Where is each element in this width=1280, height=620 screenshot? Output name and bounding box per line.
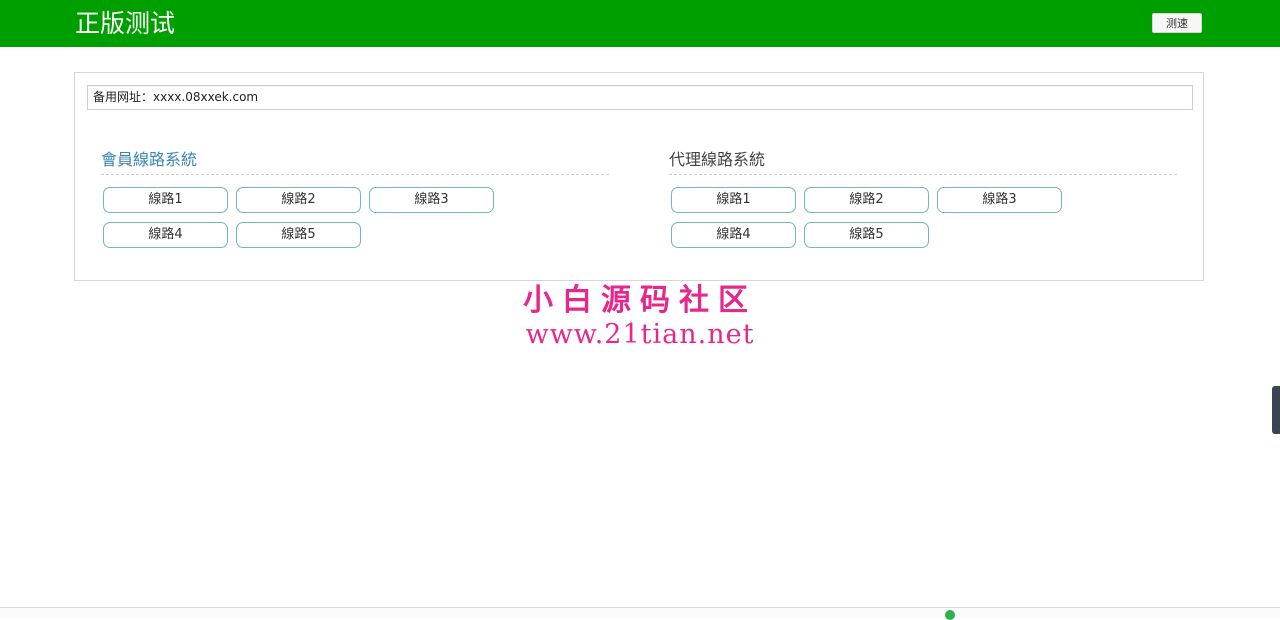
member-line-3-button[interactable]: 線路3 bbox=[369, 187, 494, 213]
member-line-5-button[interactable]: 線路5 bbox=[236, 222, 361, 248]
status-ok-icon bbox=[945, 610, 955, 620]
member-line-2-button[interactable]: 線路2 bbox=[236, 187, 361, 213]
agent-line-5-button[interactable]: 線路5 bbox=[804, 222, 929, 248]
top-header-bar: 正版测试 测速 bbox=[0, 0, 1280, 47]
site-title: 正版测试 bbox=[75, 9, 176, 38]
member-line-section: 會員線路系統 線路1 線路2 線路3 線路4 線路5 bbox=[101, 149, 609, 248]
agent-line-1-button[interactable]: 線路1 bbox=[671, 187, 796, 213]
watermark-url-text: www.21tian.net bbox=[525, 319, 755, 350]
agent-line-3-button[interactable]: 線路3 bbox=[937, 187, 1062, 213]
speed-test-button[interactable]: 测速 bbox=[1152, 13, 1202, 33]
member-line-1-button[interactable]: 線路1 bbox=[103, 187, 228, 213]
agent-line-4-button[interactable]: 線路4 bbox=[671, 222, 796, 248]
member-section-title: 會員線路系統 bbox=[101, 149, 609, 175]
line-selection-panel: 备用网址：xxxx.08xxek.com 會員線路系統 線路1 線路2 線路3 … bbox=[74, 72, 1204, 281]
watermark-chinese-text: 小白源码社区 bbox=[523, 283, 757, 318]
agent-section-title: 代理線路系統 bbox=[669, 149, 1177, 175]
member-line-grid: 線路1 線路2 線路3 線路4 線路5 bbox=[101, 187, 609, 248]
agent-line-section: 代理線路系統 線路1 線路2 線路3 線路4 線路5 bbox=[669, 149, 1177, 248]
backup-url-field[interactable]: 备用网址：xxxx.08xxek.com bbox=[87, 85, 1193, 110]
watermark: 小白源码社区 www.21tian.net bbox=[0, 283, 1280, 351]
side-drawer-handle[interactable] bbox=[1272, 386, 1280, 434]
member-line-4-button[interactable]: 線路4 bbox=[103, 222, 228, 248]
agent-line-2-button[interactable]: 線路2 bbox=[804, 187, 929, 213]
agent-line-grid: 線路1 線路2 線路3 線路4 線路5 bbox=[669, 187, 1177, 248]
